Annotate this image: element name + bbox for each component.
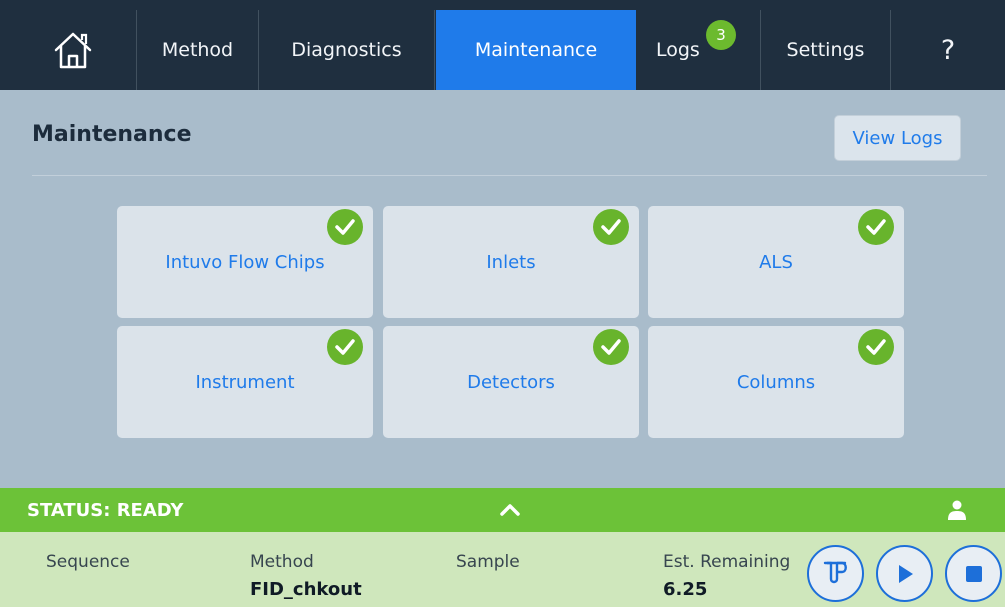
- remaining-label: Est. Remaining: [663, 552, 791, 572]
- chevron-up-icon[interactable]: [499, 501, 521, 517]
- tab-settings-label: Settings: [786, 39, 865, 61]
- remaining-value: 6.25: [663, 579, 708, 600]
- logs-count-badge: 3: [706, 20, 736, 50]
- tab-settings[interactable]: Settings: [761, 10, 891, 90]
- user-icon[interactable]: [948, 500, 966, 520]
- view-logs-button[interactable]: View Logs: [834, 115, 961, 161]
- tile-label: Inlets: [486, 251, 536, 273]
- help-button[interactable]: ?: [891, 10, 1005, 90]
- tab-logs[interactable]: Logs: [636, 10, 761, 90]
- header-divider: [32, 175, 987, 176]
- tile-detectors[interactable]: Detectors: [383, 326, 639, 438]
- tile-columns[interactable]: Columns: [648, 326, 904, 438]
- tab-maintenance[interactable]: Maintenance: [436, 10, 636, 90]
- top-nav: Method Diagnostics Maintenance Logs 3 Se…: [0, 0, 1005, 90]
- tile-label: Detectors: [467, 371, 555, 393]
- home-icon: [54, 32, 92, 69]
- prep-run-icon: [823, 561, 847, 583]
- tab-diagnostics[interactable]: Diagnostics: [259, 10, 435, 90]
- check-circle-icon: [858, 329, 894, 365]
- tab-method[interactable]: Method: [137, 10, 259, 90]
- sample-label: Sample: [456, 552, 520, 572]
- prep-run-button[interactable]: [807, 545, 864, 602]
- tab-logs-label: Logs: [656, 39, 700, 61]
- play-icon: [898, 564, 913, 583]
- check-circle-icon: [593, 209, 629, 245]
- check-circle-icon: [593, 329, 629, 365]
- page-title: Maintenance: [32, 122, 192, 147]
- status-bar[interactable]: STATUS: READY: [0, 488, 1005, 532]
- tile-label: Columns: [736, 371, 816, 393]
- tile-intuvo-flow-chips[interactable]: Intuvo Flow Chips: [117, 206, 373, 318]
- check-circle-icon: [327, 329, 363, 365]
- tab-maintenance-label: Maintenance: [474, 39, 598, 61]
- method-label: Method: [250, 552, 314, 572]
- tile-inlets[interactable]: Inlets: [383, 206, 639, 318]
- start-run-button[interactable]: [876, 545, 933, 602]
- stop-run-button[interactable]: [945, 545, 1002, 602]
- method-value: FID_chkout: [250, 579, 362, 600]
- home-button[interactable]: [10, 10, 137, 90]
- tile-label: ALS: [759, 251, 793, 273]
- check-circle-icon: [858, 209, 894, 245]
- tab-method-label: Method: [161, 39, 234, 61]
- tile-als[interactable]: ALS: [648, 206, 904, 318]
- tile-label: Instrument: [195, 371, 295, 393]
- sequence-label: Sequence: [46, 552, 130, 572]
- stop-icon: [965, 565, 982, 582]
- tile-instrument[interactable]: Instrument: [117, 326, 373, 438]
- status-text: STATUS: READY: [27, 500, 184, 521]
- tile-label: Intuvo Flow Chips: [165, 251, 325, 273]
- help-icon: ?: [940, 34, 956, 66]
- check-circle-icon: [327, 209, 363, 245]
- tab-diagnostics-label: Diagnostics: [291, 39, 402, 61]
